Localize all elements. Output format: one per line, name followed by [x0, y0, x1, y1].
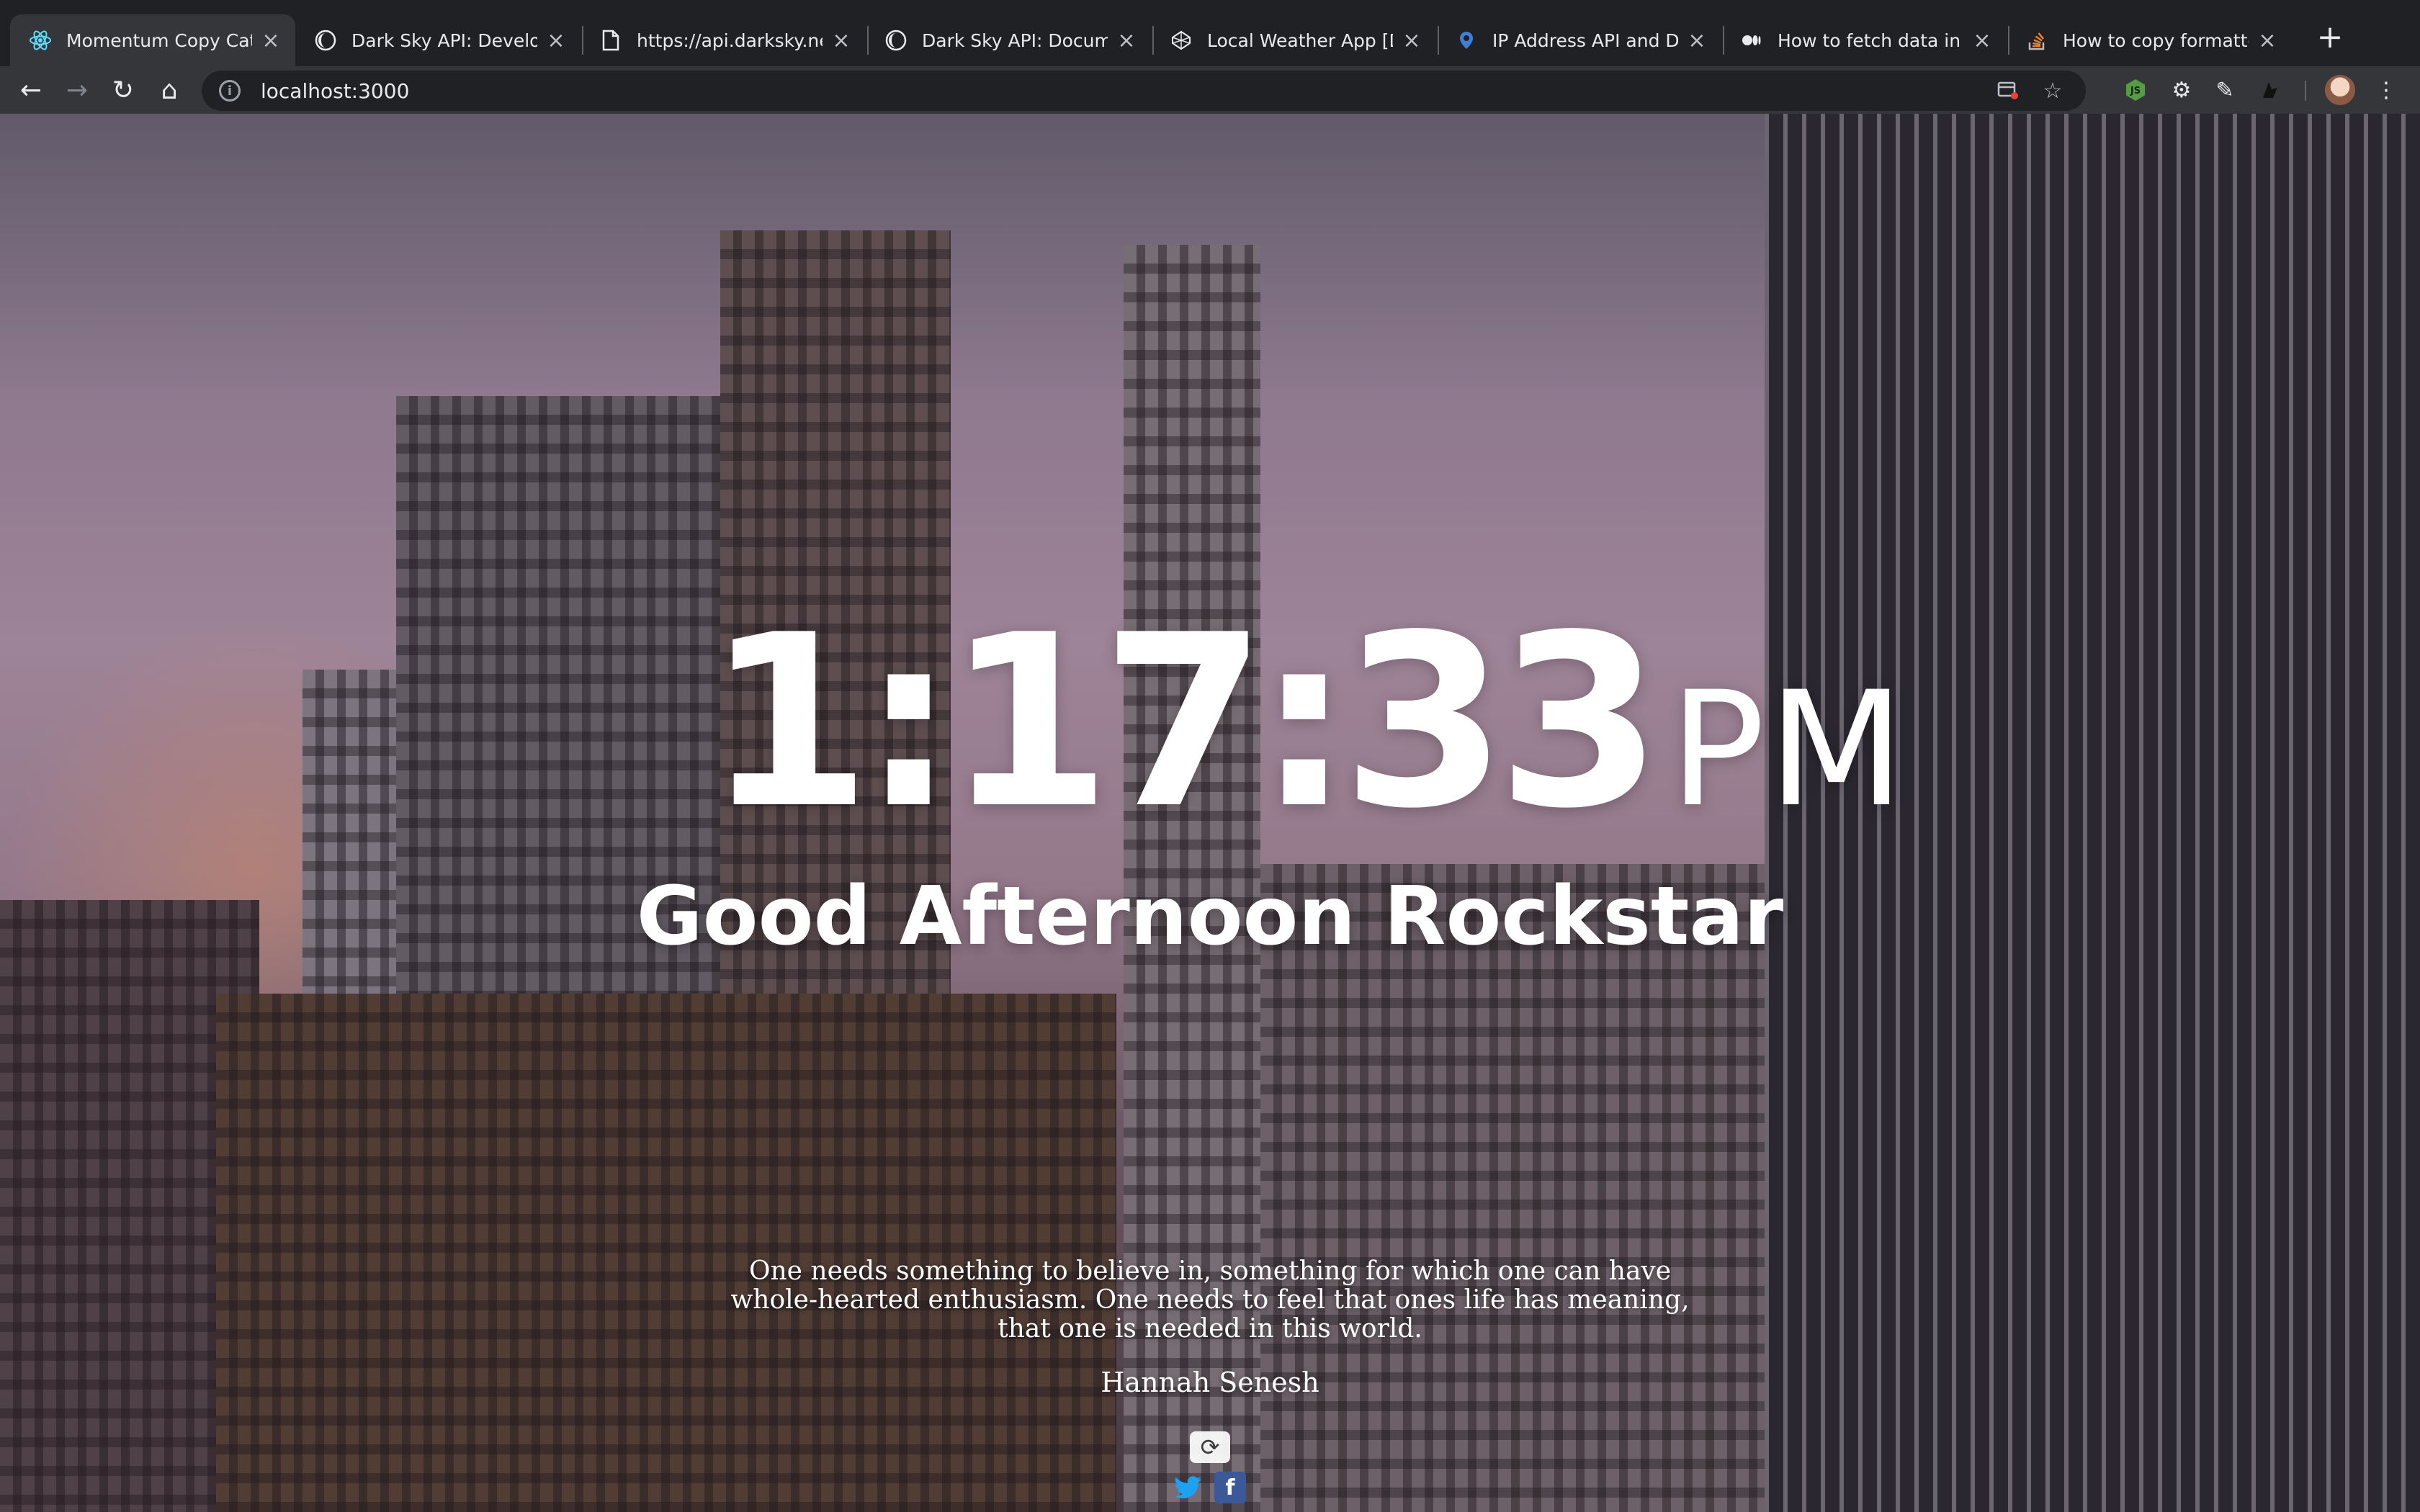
address-bar-url[interactable]: localhost:3000: [261, 79, 1979, 103]
nodejs-extension-icon[interactable]: JS: [2120, 75, 2151, 105]
facebook-icon: f: [1225, 1475, 1235, 1500]
tab-strip: Momentum Copy Cat 🐱 × Dark Sky API: Deve…: [0, 0, 2420, 66]
bookmark-star-icon[interactable]: ☆: [2037, 75, 2069, 107]
facebook-share-button[interactable]: f: [1214, 1472, 1246, 1503]
close-tab-icon[interactable]: ×: [830, 28, 853, 53]
ipinfo-icon: [1455, 29, 1478, 52]
darksky-icon: [314, 29, 337, 52]
tab-momentum-copy-cat[interactable]: Momentum Copy Cat 🐱 ×: [10, 14, 295, 66]
refresh-icon: ⟳: [1200, 1434, 1220, 1461]
close-tab-icon[interactable]: ×: [1115, 28, 1138, 53]
darksky-icon: [884, 29, 908, 52]
address-bar[interactable]: i localhost:3000 ☆: [202, 71, 2086, 111]
tab-title: Dark Sky API: Documentation: [922, 30, 1108, 51]
forward-button[interactable]: →: [59, 72, 95, 108]
tab-title: How to fetch data in Re: [1778, 30, 1963, 51]
new-tab-button[interactable]: +: [2312, 19, 2348, 55]
reload-button[interactable]: ↻: [105, 72, 141, 108]
tab-dark-sky-developers[interactable]: Dark Sky API: Developers ×: [295, 14, 581, 66]
greeting: Good Afternoon Rockstar: [636, 870, 1784, 963]
stackoverflow-icon: [2025, 29, 2048, 52]
close-tab-icon[interactable]: ×: [2256, 28, 2279, 53]
tab-title: Momentum Copy Cat 🐱: [66, 30, 252, 51]
browser-menu-button[interactable]: ⋮: [2371, 75, 2401, 105]
close-tab-icon[interactable]: ×: [544, 28, 568, 53]
tab-local-weather-app[interactable]: Local Weather App [Dark ×: [1151, 14, 1436, 66]
refresh-quote-button[interactable]: ⟳: [1190, 1431, 1230, 1463]
pen-extension-icon[interactable]: ✎: [2210, 75, 2240, 105]
home-button[interactable]: ⌂: [151, 72, 187, 108]
back-button[interactable]: ←: [13, 72, 49, 108]
twitter-icon: [1174, 1476, 1201, 1498]
medium-icon: [1740, 29, 1763, 52]
tab-title: How to copy formatted: [2063, 30, 2249, 51]
tab-title: IP Address API and Data: [1492, 30, 1678, 51]
close-tab-icon[interactable]: ×: [1971, 28, 1994, 53]
twitter-share-button[interactable]: [1173, 1472, 1204, 1503]
react-icon: [29, 29, 52, 52]
svg-text:JS: JS: [2130, 86, 2141, 96]
close-tab-icon[interactable]: ×: [1400, 28, 1423, 53]
clock-time: 1:17:33: [706, 584, 1662, 860]
profile-avatar[interactable]: [2325, 75, 2355, 105]
tab-title: https://api.darksky.net/f: [637, 30, 823, 51]
clock-ampm: PM: [1670, 657, 1908, 842]
quote-author: Hannah Senesh: [1101, 1367, 1319, 1398]
quote-text: One needs something to believe in, somet…: [730, 1256, 1690, 1344]
tab-title: Dark Sky API: Developers: [351, 30, 537, 51]
tab-title: Local Weather App [Dark: [1207, 30, 1393, 51]
momentum-page: 1:17:33 PM Good Afternoon Rockstar One ne…: [0, 114, 2420, 1512]
site-info-icon[interactable]: i: [219, 80, 241, 102]
close-tab-icon[interactable]: ×: [1685, 28, 1708, 53]
dark-extension-icon[interactable]: [2254, 75, 2285, 105]
clock: 1:17:33 PM: [706, 603, 1904, 842]
tab-copy-formatted[interactable]: How to copy formatted ×: [2007, 14, 2292, 66]
codepen-icon: [1170, 29, 1193, 52]
toolbar-divider: [2305, 81, 2306, 101]
close-tab-icon[interactable]: ×: [259, 28, 282, 53]
browser-toolbar: ← → ↻ ⌂ i localhost:3000 ☆ JS ⚙ ✎ ⋮: [0, 66, 2420, 114]
gear-extension-icon[interactable]: ⚙: [2166, 75, 2197, 105]
document-icon: [599, 29, 622, 52]
tab-darksky-api-url[interactable]: https://api.darksky.net/f ×: [581, 14, 866, 66]
tab-fetch-data-react[interactable]: How to fetch data in Re ×: [1721, 14, 2007, 66]
popup-blocked-icon[interactable]: [1992, 75, 2024, 107]
tab-dark-sky-documentation[interactable]: Dark Sky API: Documentation ×: [866, 14, 1151, 66]
tab-ip-address-api[interactable]: IP Address API and Data ×: [1436, 14, 1721, 66]
